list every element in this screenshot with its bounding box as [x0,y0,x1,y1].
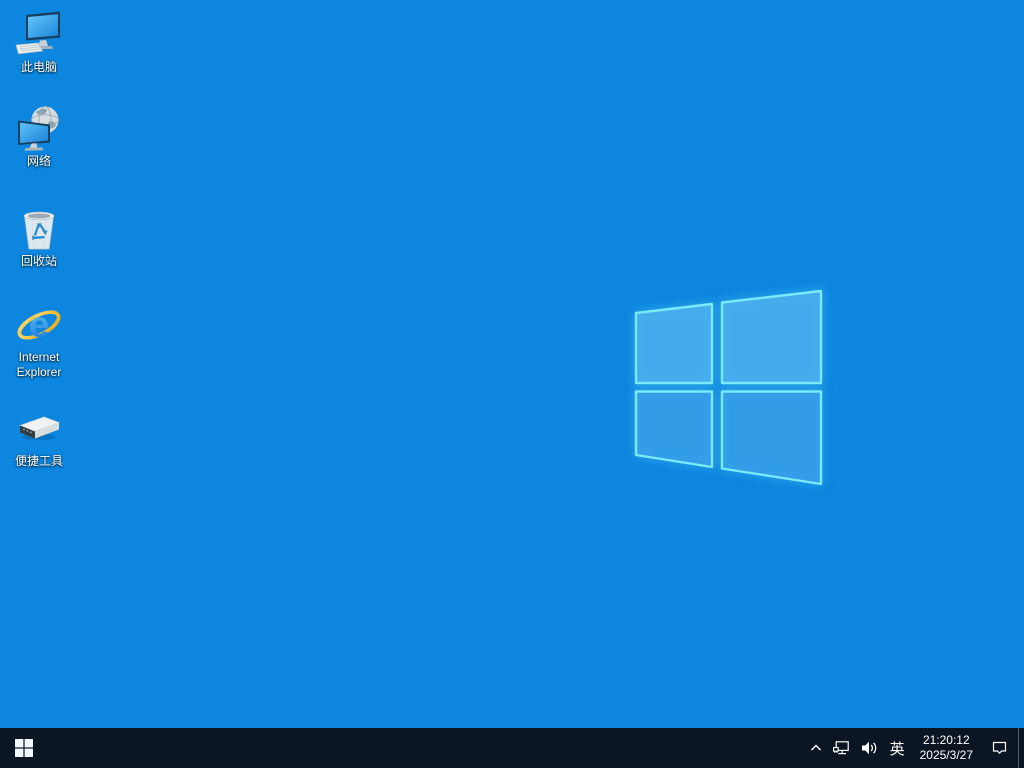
desktop-wallpaper: 此电脑 网络 回收站 e Internet Explorer 便捷工具 [0,0,1024,728]
volume-button[interactable] [856,728,883,768]
desktop-icon-label: 回收站 [20,254,57,268]
desktop-icon-label: Internet Explorer [16,350,62,379]
ime-label: 英 [889,740,905,758]
taskbar-empty-area [48,728,804,768]
recycle-bin-icon [23,211,55,250]
show-desktop-button[interactable] [1018,728,1024,768]
clock[interactable]: 21:20:12 2025/3/27 [912,728,981,768]
desktop-icon-this-pc[interactable]: 此电脑 [2,10,76,75]
desktop-icon-label: 网络 [26,154,51,168]
ime-language-indicator[interactable]: 英 [883,728,912,768]
desktop-icon-label: 便捷工具 [14,454,63,468]
desktop-icon-internet-explorer[interactable]: e Internet Explorer [2,300,76,380]
ethernet-network-icon [832,740,849,754]
action-center-button[interactable] [981,728,1018,768]
network-status-button[interactable] [828,728,856,768]
windows-wallpaper-logo [634,289,823,486]
show-hidden-icons-button[interactable] [804,728,828,768]
this-pc-icon [15,11,60,55]
svg-text:e: e [29,304,50,345]
internet-explorer-icon: e [17,304,61,345]
start-button[interactable] [0,728,48,768]
notification-bubble-icon [992,741,1007,754]
desktop-icon-network[interactable]: 网络 [2,104,76,169]
desktop-icon-label: 此电脑 [20,60,57,74]
desktop-icon-recycle-bin[interactable]: 回收站 [2,204,76,269]
system-tray: 英 21:20:12 2025/3/27 [804,728,1024,768]
network-icon [18,106,59,151]
speaker-volume-icon [861,741,876,755]
windows-logo-icon [15,739,33,757]
taskbar: 英 21:20:12 2025/3/27 [0,728,1024,768]
tools-drive-icon [19,416,61,440]
chevron-up-icon [810,744,821,751]
clock-date: 2025/3/27 [919,748,973,762]
clock-time: 21:20:12 [922,733,970,747]
desktop-icon-tools-drive[interactable]: 便捷工具 [2,404,76,469]
